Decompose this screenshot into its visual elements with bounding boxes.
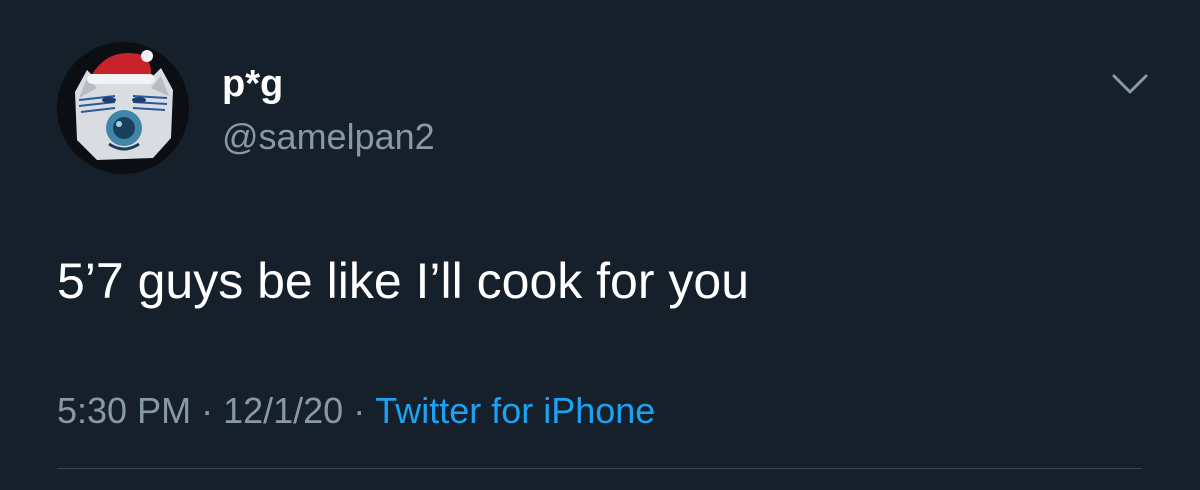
meta-separator: · — [201, 390, 214, 431]
avatar[interactable] — [57, 42, 189, 174]
cat-avatar-icon — [57, 42, 189, 174]
tweet-meta: 5:30 PM · 12/1/20 · Twitter for iPhone — [57, 389, 655, 433]
tweet-date[interactable]: 12/1/20 — [223, 390, 343, 431]
tweet-menu-button[interactable] — [1108, 66, 1152, 102]
tweet-time[interactable]: 5:30 PM — [57, 390, 191, 431]
tweet-card: p*g @samelpan2 5’7 guys be like I’ll coo… — [0, 0, 1200, 490]
tweet-source-link[interactable]: Twitter for iPhone — [375, 390, 655, 431]
chevron-down-icon — [1112, 74, 1148, 94]
display-name[interactable]: p*g — [222, 62, 283, 106]
tweet-text: 5’7 guys be like I’ll cook for you — [57, 253, 750, 309]
divider — [57, 468, 1142, 469]
meta-separator: · — [353, 390, 366, 431]
user-handle[interactable]: @samelpan2 — [222, 116, 435, 158]
